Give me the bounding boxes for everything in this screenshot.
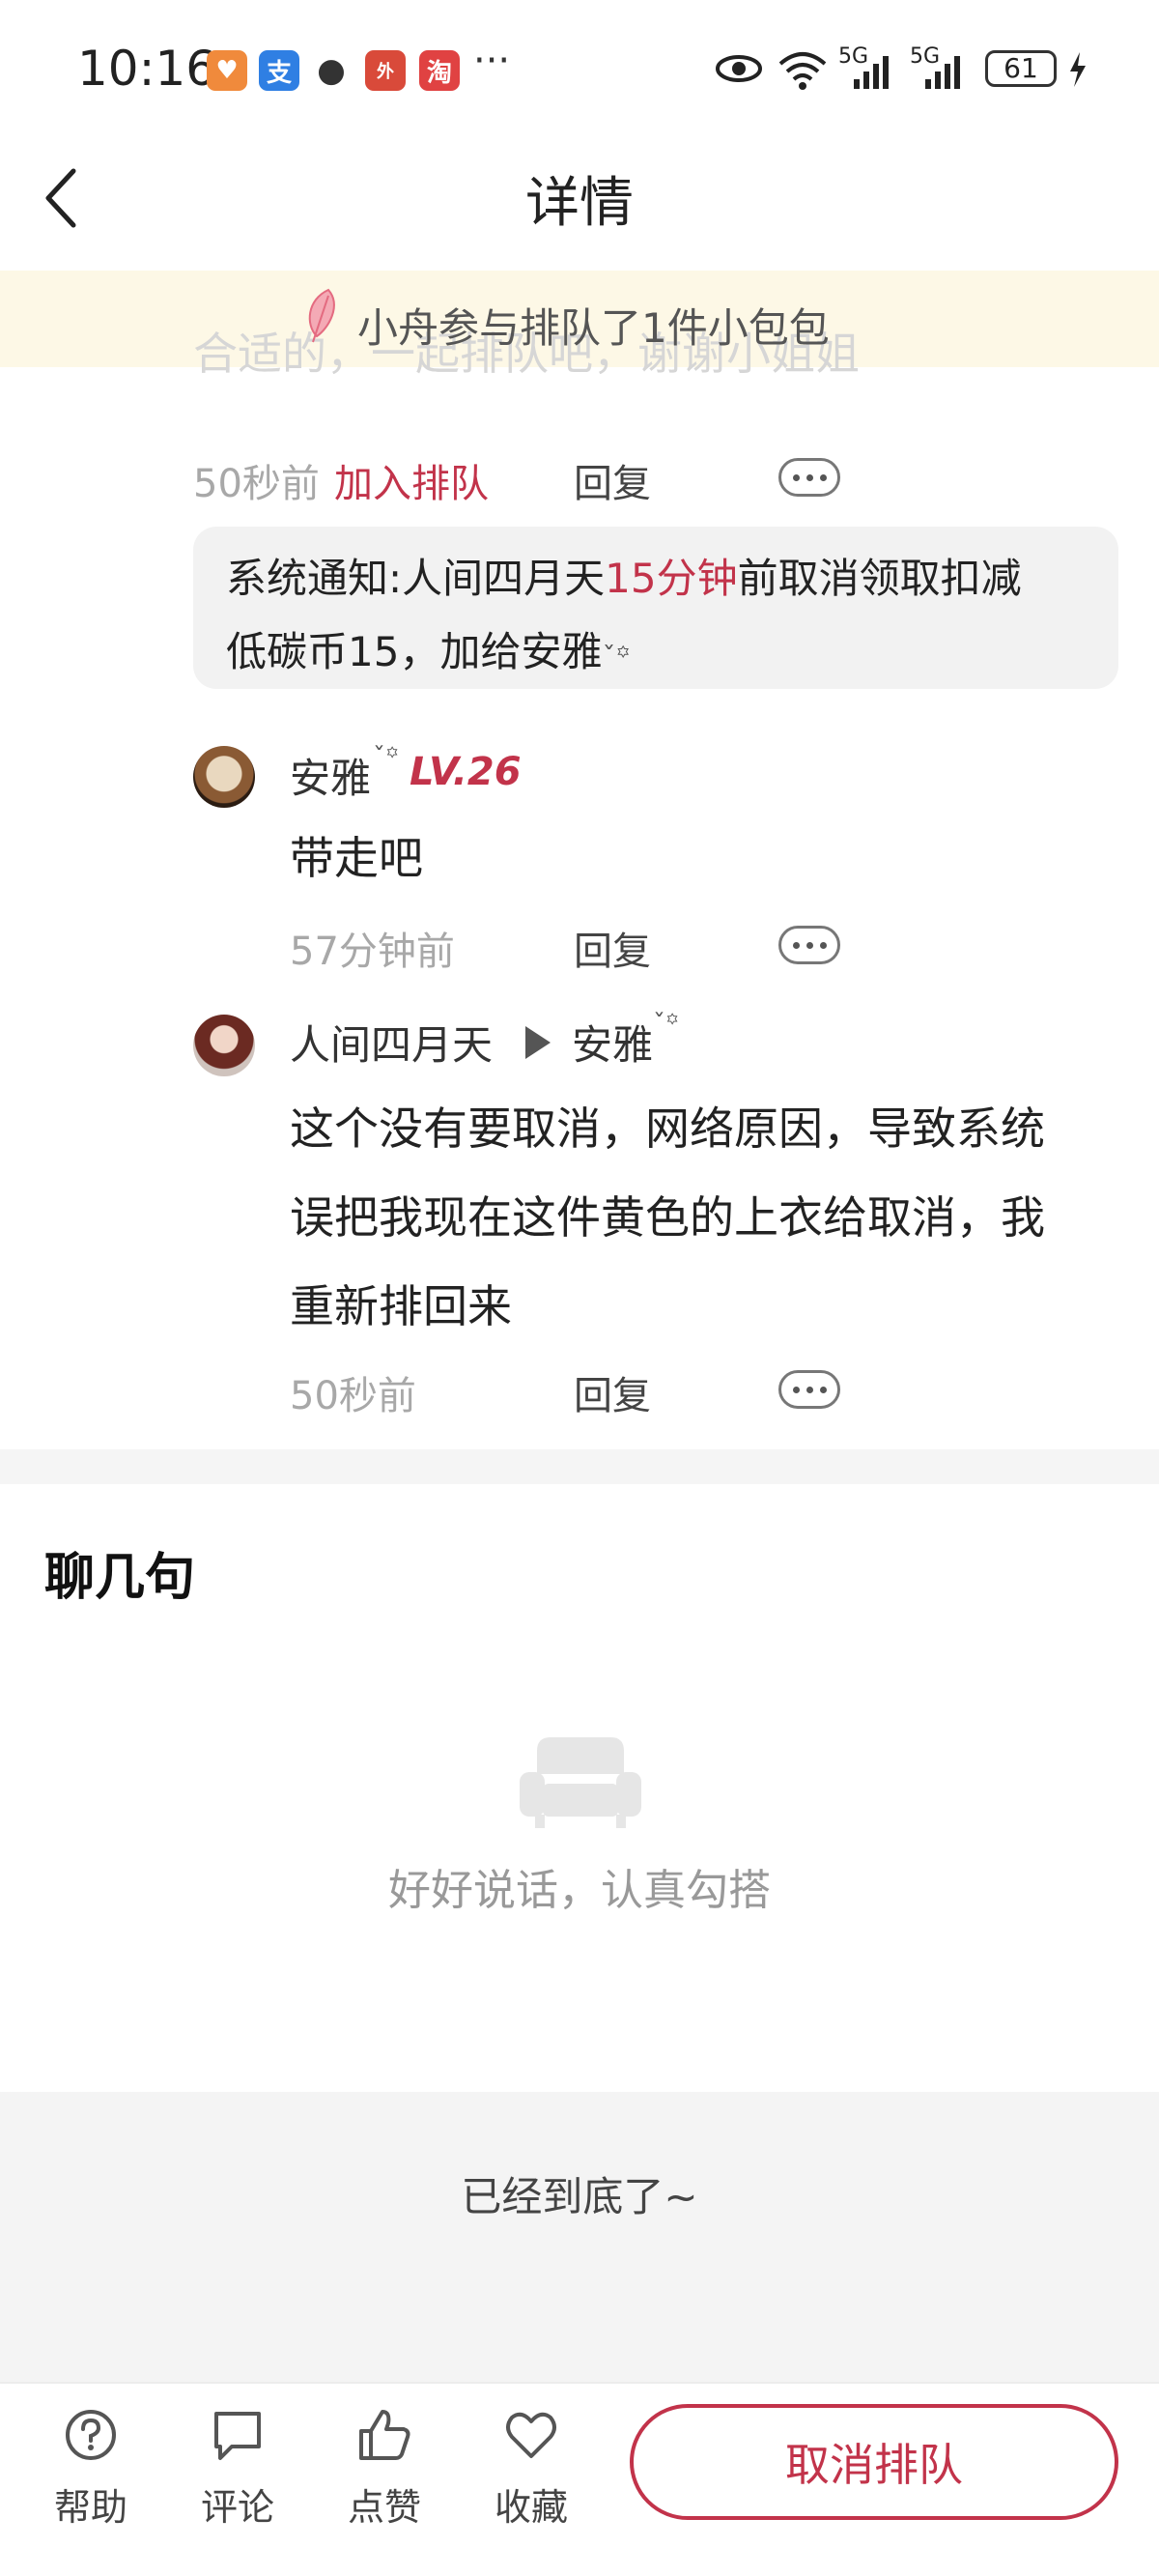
sprout-icon: ˇ꙳ <box>653 1010 680 1039</box>
avatar[interactable] <box>193 746 255 808</box>
footer-area <box>0 2092 1159 2382</box>
comment-time: 57分钟前 <box>290 930 455 974</box>
more-options-icon[interactable] <box>778 1370 840 1409</box>
comment-time: 50秒前 <box>193 462 320 506</box>
system-notice-line-1: 系统通知:人间四月天15分钟前取消领取扣减 <box>226 555 1022 602</box>
join-queue-link[interactable]: 加入排队 <box>334 452 489 508</box>
sofa-icon <box>520 1737 641 1828</box>
heart-icon <box>506 2412 556 2458</box>
more-notifications-icon: ··· <box>473 39 511 83</box>
taobao-icon: 淘 <box>419 50 460 91</box>
end-of-list-text: 已经到底了~ <box>461 2173 698 2220</box>
avatar[interactable] <box>193 1015 255 1076</box>
like-button[interactable]: 点赞 <box>326 2406 442 2531</box>
alipay-icon: 支 <box>259 50 299 91</box>
level-badge: LV.26 <box>410 750 522 794</box>
wechat-icon: ● <box>311 50 352 91</box>
app-heart-icon: ♥ <box>207 50 247 91</box>
section-divider <box>0 1449 1159 1484</box>
comment-time: 50秒前 <box>290 1374 416 1418</box>
signal-2-icon <box>925 56 960 89</box>
comment-username[interactable]: 安雅 <box>290 746 371 805</box>
reply-button[interactable]: 回复 <box>574 452 651 508</box>
sprout-icon: ˇ꙳ <box>373 743 400 772</box>
status-bar: 10:16 ♥ 支 ● 外 淘 ··· 5G 5G 61 <box>0 0 1159 145</box>
reply-to-username[interactable]: 安雅 <box>572 1013 653 1072</box>
eye-icon <box>716 55 762 82</box>
comment-text: 带走吧 <box>290 832 423 884</box>
comment-text: 这个没有要取消，网络原因，导致系统 误把我现在这件黄色的上衣给取消，我 重新排回… <box>290 1102 1045 1332</box>
favorite-button[interactable]: 收藏 <box>473 2406 589 2531</box>
empty-chat-hint: 好好说话，认真勾搭 <box>388 1866 771 1915</box>
status-time: 10:16 <box>77 41 217 97</box>
help-button[interactable]: 帮助 <box>33 2406 149 2531</box>
charging-icon <box>1070 52 1086 87</box>
notice-text: 小舟参与排队了1件小包包 <box>357 304 830 352</box>
thumbs-up-icon <box>359 2410 410 2460</box>
chat-section-title: 聊几句 <box>44 1549 196 1607</box>
sprout-icon: ˇ꙳ <box>602 641 631 673</box>
reply-button[interactable]: 回复 <box>574 920 651 976</box>
feather-icon <box>308 288 335 343</box>
reply-arrow-icon <box>525 1026 551 1059</box>
takeout-app-icon: 外 <box>365 50 406 91</box>
system-notice-box: 系统通知:人间四月天15分钟前取消领取扣减 低碳币15，加给安雅ˇ꙳ <box>193 527 1118 689</box>
battery-indicator: 61 <box>985 50 1057 87</box>
more-options-icon[interactable] <box>778 926 840 964</box>
system-notice-highlight: 15分钟 <box>605 555 738 602</box>
more-options-icon[interactable] <box>778 458 840 497</box>
signal-1-icon <box>854 56 889 89</box>
reply-button[interactable]: 回复 <box>574 1364 651 1420</box>
comment-icon <box>214 2412 261 2460</box>
help-icon <box>66 2410 116 2460</box>
page-title: 详情 <box>525 172 634 235</box>
comment-button[interactable]: 评论 <box>180 2406 296 2531</box>
cancel-queue-button[interactable]: 取消排队 <box>630 2404 1118 2520</box>
wifi-icon <box>778 52 827 90</box>
comment-username[interactable]: 人间四月天 <box>290 1013 493 1072</box>
system-notice-line-2: 低碳币15，加给安雅ˇ꙳ <box>226 628 631 675</box>
